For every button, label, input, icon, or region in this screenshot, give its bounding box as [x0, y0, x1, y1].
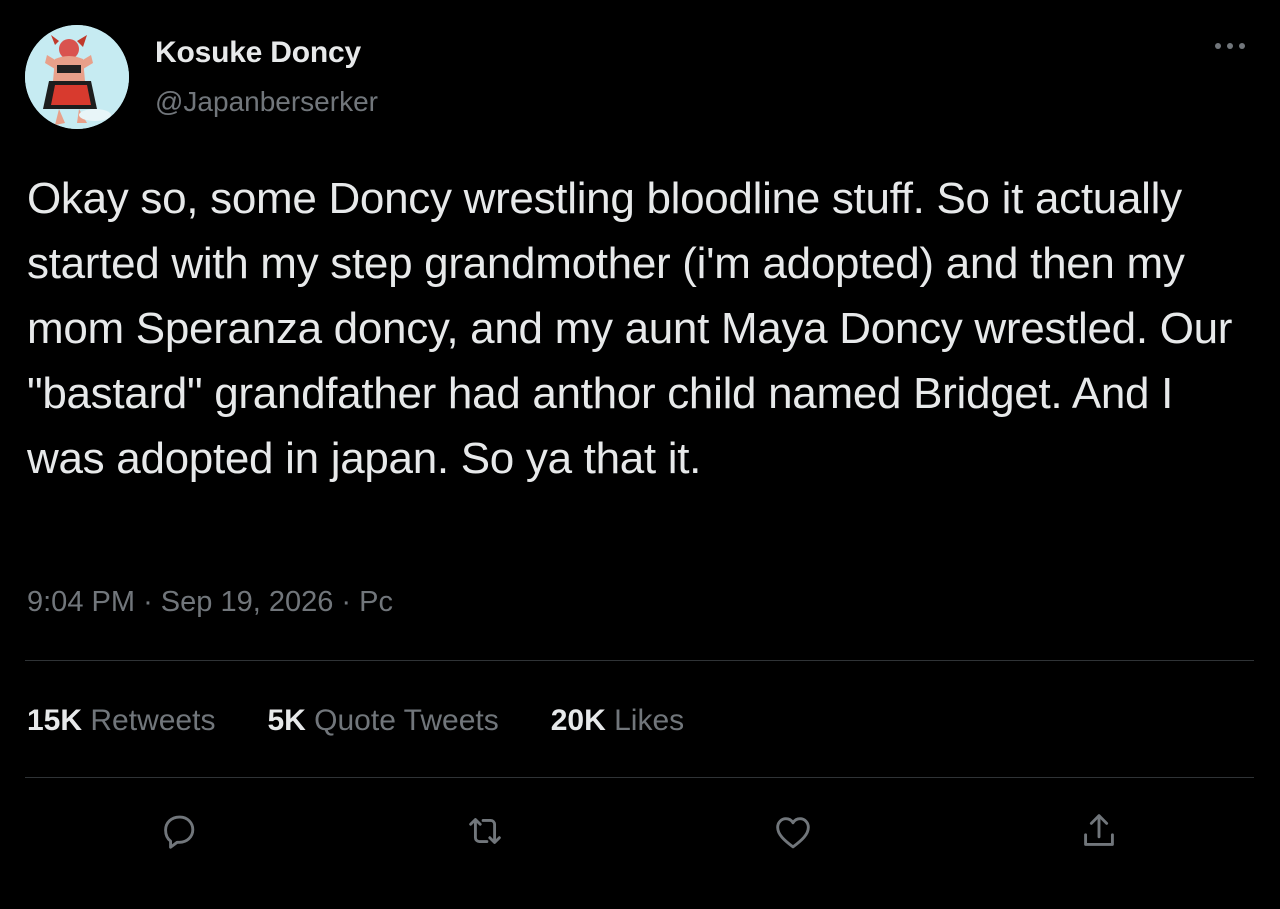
avatar[interactable]: [25, 25, 129, 129]
quote-tweets-count: 5K: [267, 704, 306, 737]
separator: ·: [341, 586, 352, 618]
share-icon: [1084, 814, 1114, 846]
divider: [25, 660, 1254, 661]
tweet-metadata: 9:04 PM · Sep 19, 2026 · Pc: [27, 586, 393, 619]
heart-icon: [776, 817, 810, 849]
tweet-text: Okay so, some Doncy wrestling bloodline …: [27, 174, 1233, 483]
likes-count: 20K: [550, 704, 606, 737]
share-button[interactable]: [1074, 806, 1124, 856]
retweets-count: 15K: [27, 704, 83, 737]
tweet-source[interactable]: Pc: [359, 586, 393, 618]
divider: [25, 777, 1254, 778]
retweet-icon: [469, 818, 501, 844]
like-button[interactable]: [768, 806, 818, 856]
likes-label: Likes: [614, 704, 685, 737]
action-bar: [0, 806, 1280, 856]
quote-tweets-label: Quote Tweets: [314, 704, 499, 737]
tweet-detail: Kosuke Doncy @Japanberserker Okay so, so…: [0, 0, 1280, 909]
display-name[interactable]: Kosuke Doncy: [155, 36, 361, 70]
tweet-time[interactable]: 9:04 PM: [27, 586, 135, 618]
separator: ·: [143, 586, 153, 618]
retweets-label: Retweets: [90, 704, 216, 737]
more-options-icon[interactable]: [1210, 34, 1250, 58]
likes-stat[interactable]: 20K Likes: [551, 704, 684, 738]
engagement-stats: 15K Retweets 5K Quote Tweets 20K Likes: [27, 704, 684, 738]
reply-button[interactable]: [154, 806, 204, 856]
reply-icon: [164, 815, 195, 849]
user-handle[interactable]: @Japanberserker: [155, 86, 378, 118]
quote-tweets-stat[interactable]: 5K Quote Tweets: [267, 704, 498, 738]
retweet-button[interactable]: [460, 806, 510, 856]
avatar-image: [25, 25, 129, 129]
tweet-date[interactable]: Sep 19, 2026: [161, 586, 334, 618]
retweets-stat[interactable]: 15K Retweets: [27, 704, 215, 738]
